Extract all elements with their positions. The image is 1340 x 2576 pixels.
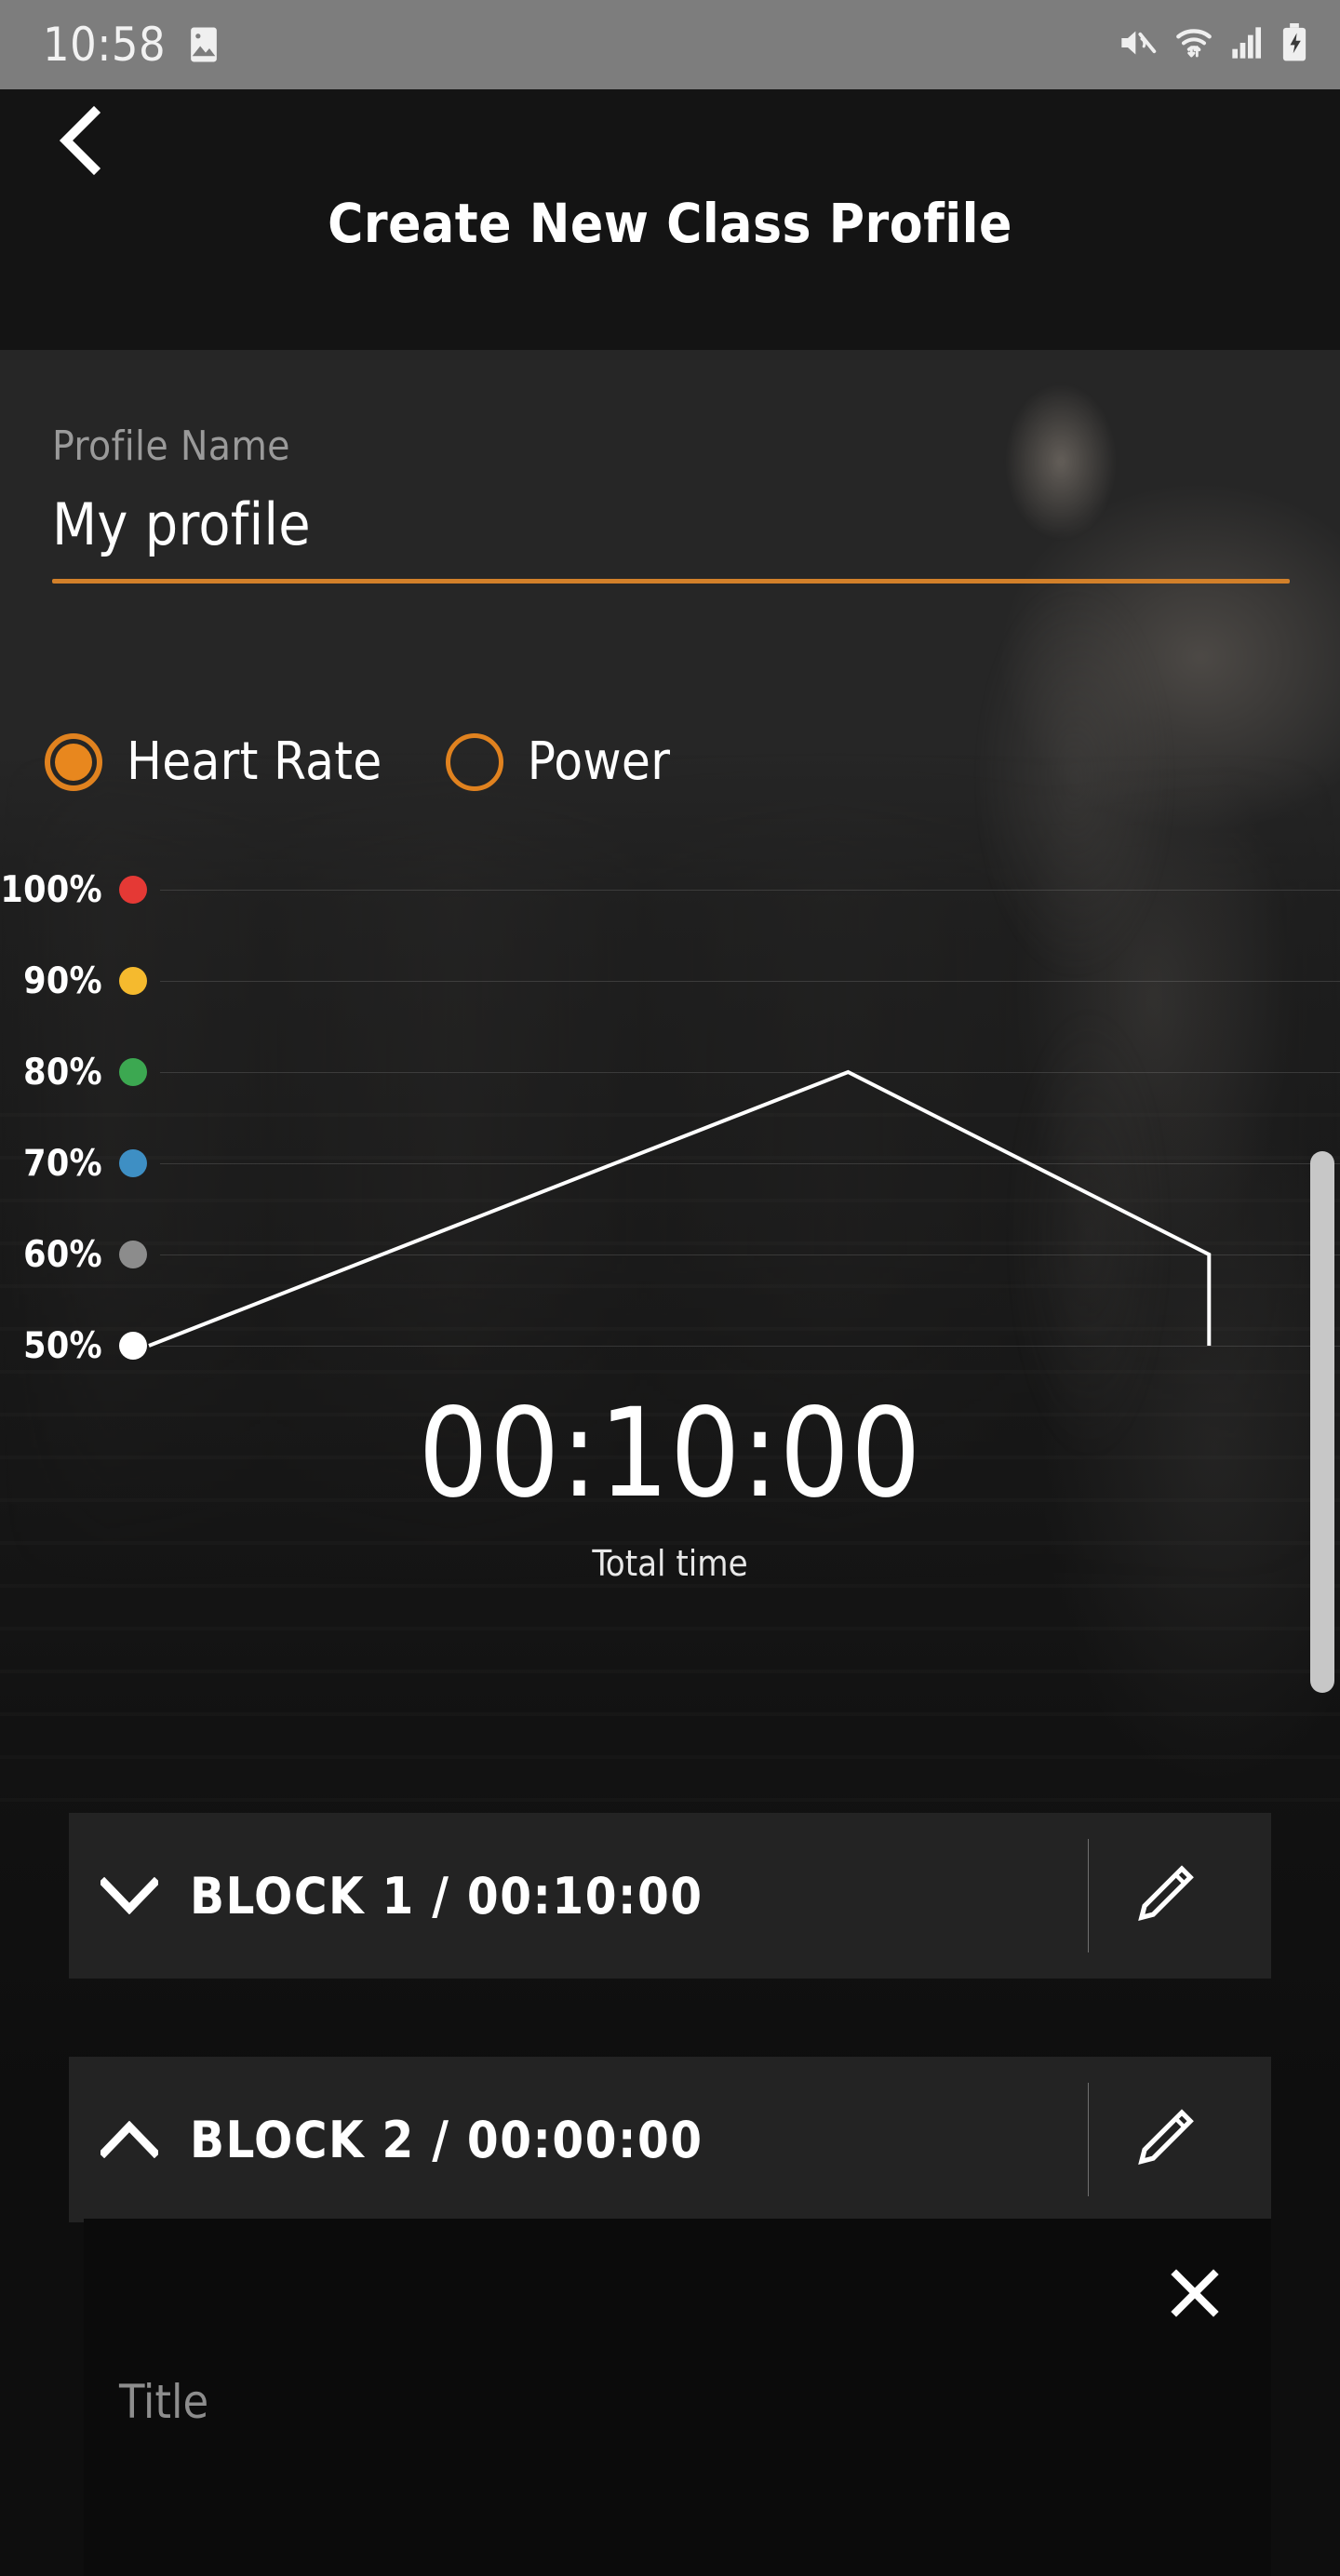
profile-name-input[interactable]: My profile: [52, 490, 1290, 558]
zone-gridline-80: [160, 1071, 1340, 1073]
metric-mode-radio-group: Heart Rate Power: [45, 731, 670, 792]
app-header: Create New Class Profile: [0, 89, 1340, 350]
block-1-title: BLOCK 1 / 00:10:00: [190, 1866, 704, 1925]
chart-profile-line: [148, 1069, 1212, 1348]
zone-dot-100: [119, 876, 147, 904]
app-screen: 10:58 Create New Class Profile Profile N…: [0, 0, 1340, 2576]
zone-label-100: 100%: [0, 868, 102, 911]
zone-dot-80: [119, 1058, 147, 1086]
zone-label-50: 50%: [23, 1324, 102, 1367]
radio-mark-heart-rate[interactable]: [45, 732, 102, 791]
zone-row-100: 100%: [0, 868, 1340, 911]
status-bar: 10:58: [0, 0, 1340, 89]
zone-gridline-90: [160, 980, 1340, 982]
block-2-title: BLOCK 2 / 00:00:00: [190, 2110, 704, 2169]
chevron-up-icon[interactable]: [69, 2121, 190, 2158]
total-time-label: Total time: [592, 1543, 748, 1584]
total-time-block: 00:10:00 Total time: [0, 1392, 1340, 1584]
block-2-expanded-panel: Title: [84, 2219, 1271, 2576]
total-time-value: 00:10:00: [418, 1382, 922, 1525]
zone-row-50: 50%: [0, 1324, 1340, 1367]
profile-name-field[interactable]: Profile Name My profile: [52, 423, 1290, 584]
zone-dot-60: [119, 1241, 147, 1268]
radio-option-power[interactable]: Power: [445, 731, 671, 792]
close-x-icon: [1171, 2269, 1219, 2317]
profile-name-label: Profile Name: [52, 423, 290, 470]
chevron-down-icon[interactable]: [69, 1877, 190, 1914]
wifi-icon: [1172, 24, 1215, 66]
zone-label-70: 70%: [23, 1142, 102, 1185]
chevron-left-icon: [59, 105, 101, 176]
block-row-1[interactable]: BLOCK 1 / 00:10:00: [69, 1813, 1271, 1979]
block-row-2[interactable]: BLOCK 2 / 00:00:00: [69, 2057, 1271, 2222]
zone-row-80: 80%: [0, 1051, 1340, 1093]
zone-label-80: 80%: [23, 1051, 102, 1093]
block-1-edit-button[interactable]: [1089, 1813, 1238, 1979]
zone-label-90: 90%: [23, 959, 102, 1002]
status-icons: [1117, 22, 1308, 67]
zone-gridline-70: [160, 1162, 1340, 1164]
cellular-signal-icon: [1230, 24, 1266, 66]
zone-dot-90: [119, 967, 147, 995]
back-button[interactable]: [28, 89, 130, 192]
zone-gridline-60: [160, 1254, 1340, 1255]
radio-option-heart-rate[interactable]: Heart Rate: [45, 731, 382, 792]
zone-gridline-50: [160, 1345, 1340, 1347]
radio-label-heart-rate: Heart Rate: [127, 731, 382, 792]
zone-label-60: 60%: [23, 1233, 102, 1276]
page-content: Profile Name My profile Heart Rate Power…: [0, 350, 1340, 2576]
block-2-edit-button[interactable]: [1089, 2057, 1238, 2222]
profile-name-underline: [52, 579, 1290, 584]
battery-charging-icon: [1280, 22, 1308, 67]
vertical-scrollbar-thumb[interactable]: [1310, 1151, 1334, 1693]
gallery-image-icon: [186, 26, 221, 63]
block-title-input[interactable]: Title: [119, 2375, 208, 2429]
zone-row-60: 60%: [0, 1233, 1340, 1276]
pencil-icon: [1138, 1865, 1194, 1922]
radio-mark-power[interactable]: [445, 732, 503, 791]
mute-icon: [1117, 24, 1158, 66]
status-clock: 10:58: [43, 18, 167, 72]
zone-dot-70: [119, 1149, 147, 1177]
panel-close-button[interactable]: [1159, 2258, 1230, 2328]
pencil-icon: [1138, 2109, 1194, 2166]
zone-dot-50: [119, 1332, 147, 1360]
page-title: Create New Class Profile: [328, 192, 1012, 255]
radio-label-power: Power: [527, 731, 671, 792]
zone-row-70: 70%: [0, 1142, 1340, 1185]
zone-gridline-100: [160, 889, 1340, 891]
radio-dot-selected: [55, 743, 92, 781]
intensity-zone-chart: 100% 90% 80% 70% 60% 50%: [0, 868, 1340, 1374]
zone-row-90: 90%: [0, 959, 1340, 1002]
